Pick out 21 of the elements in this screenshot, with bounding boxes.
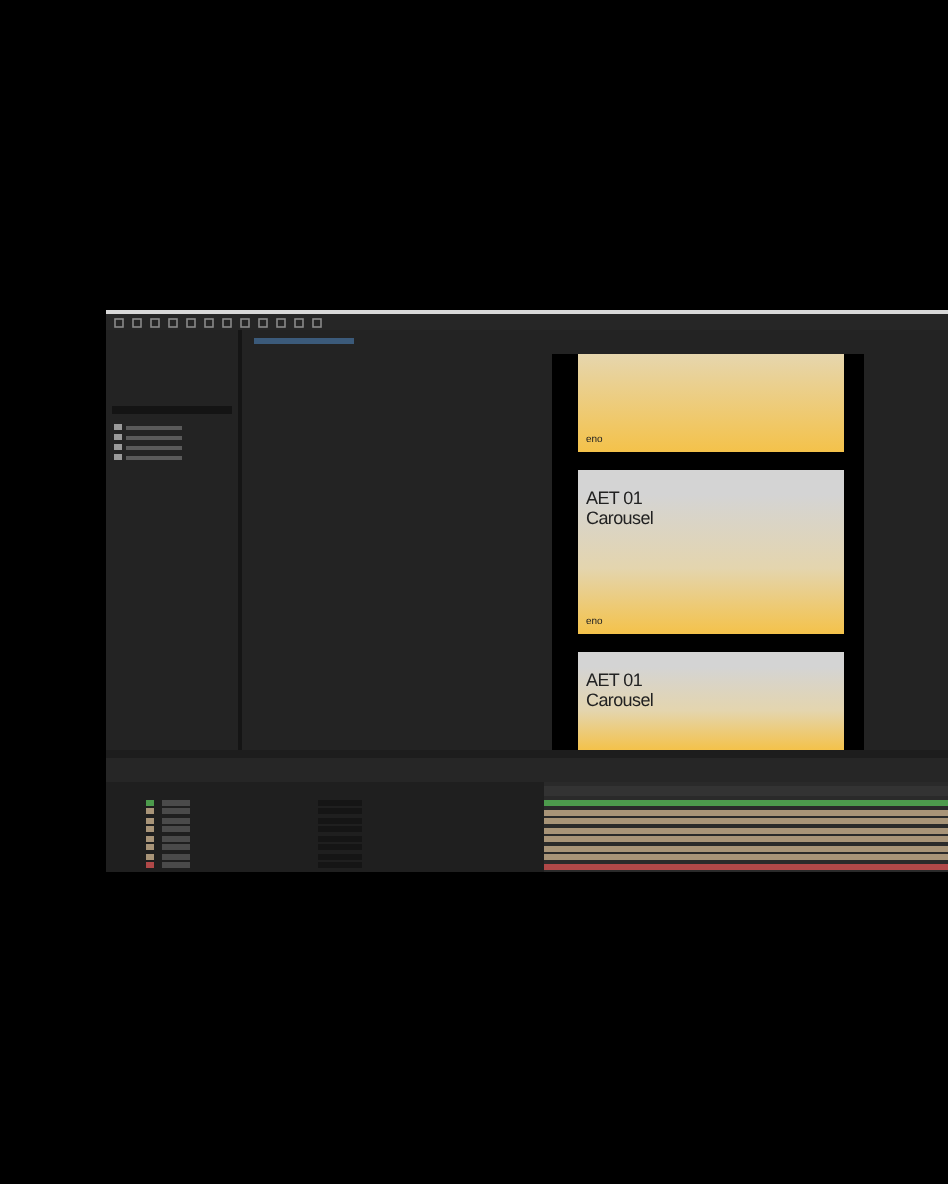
layer-label-swatch[interactable] — [146, 799, 154, 805]
layer-label-swatch[interactable] — [146, 817, 154, 823]
layer-track-bar[interactable] — [544, 845, 948, 851]
layer-track-bar[interactable] — [544, 863, 948, 869]
layer-label-swatch[interactable] — [146, 853, 154, 859]
card-title: AET 01 — [586, 670, 645, 690]
layer-track-bar[interactable] — [544, 809, 948, 815]
card-title: AET 01 — [586, 488, 645, 508]
layer-label-swatch[interactable] — [146, 826, 154, 832]
card-subtitle: Carousel — [586, 690, 656, 710]
layer-track-bar[interactable] — [544, 836, 948, 842]
layer-label-swatch[interactable] — [146, 844, 154, 850]
composition-tab[interactable] — [254, 337, 354, 343]
layer-label-swatch[interactable] — [146, 808, 154, 814]
layer-track-bar[interactable] — [544, 827, 948, 833]
layer-label-swatch[interactable] — [146, 862, 154, 868]
card-subtitle: Carousel — [586, 508, 656, 528]
layer-track-bar[interactable] — [544, 800, 948, 806]
layer-track-bar[interactable] — [544, 854, 948, 860]
layer-label-swatch[interactable] — [146, 835, 154, 841]
layer-track-bar[interactable] — [544, 818, 948, 824]
